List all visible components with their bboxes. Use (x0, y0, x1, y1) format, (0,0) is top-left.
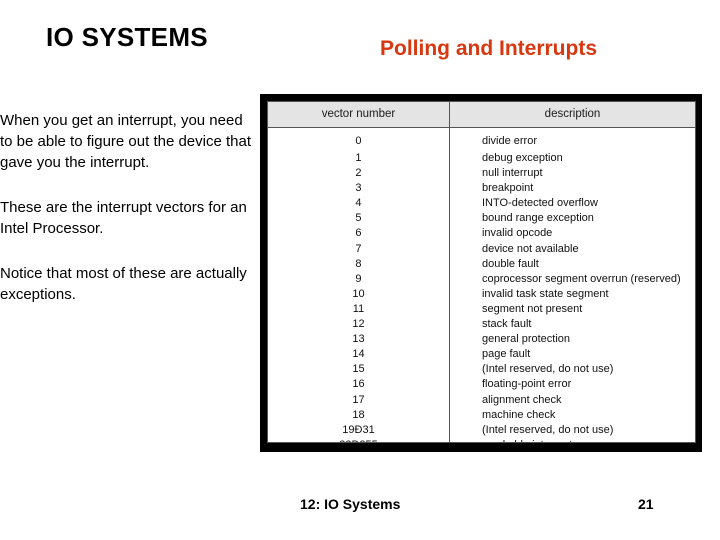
cell-vector-number: 8 (268, 256, 450, 272)
cell-vector-number: 15 (268, 362, 450, 378)
table-header-row: vector number description (268, 102, 695, 128)
table-row: 4 INTO-detected overflow (268, 196, 695, 212)
cell-vector-number: 32Ð255 (268, 437, 450, 442)
cell-description: invalid task state segment (481, 287, 609, 300)
cell-vector-number: 6 (268, 226, 450, 242)
table-row: 1 debug exception (268, 151, 695, 167)
cell-vector-number: 14 (268, 347, 450, 363)
vector-table-inner: vector number description 0 divide error 1… (267, 101, 696, 443)
cell-vector-number: 4 (268, 196, 450, 212)
table-row: 18 machine check (268, 407, 695, 423)
narrative-paragraph: Notice that most of these are actually e… (0, 265, 247, 303)
page-title: IO SYSTEMS (46, 22, 208, 52)
cell-description: device not available (481, 242, 579, 255)
cell-vector-number: 2 (268, 166, 450, 182)
table-row: 8 double fault (268, 256, 695, 272)
cell-description: (Intel reserved, do not use) (481, 363, 614, 376)
table-row: 5 bound range exception (268, 211, 695, 227)
cell-vector-number: 19Ð31 (268, 422, 450, 438)
table-row: 13 general protection (268, 332, 695, 348)
cell-vector-number: 18 (268, 407, 450, 423)
table-row: 2 null interrupt (268, 166, 695, 182)
cell-description: double fault (481, 257, 539, 270)
table-row: 12 stack fault (268, 317, 695, 333)
cell-vector-number: 5 (268, 211, 450, 227)
cell-description: (Intel reserved, do not use) (481, 423, 614, 436)
table-row: 9 coprocessor segment overrun (reserved) (268, 271, 695, 287)
table-row: 6 invalid opcode (268, 226, 695, 242)
cell-vector-number: 9 (268, 271, 450, 287)
footer-page-number: 21 (638, 496, 654, 512)
cell-vector-number: 1 (268, 151, 450, 167)
narrative-paragraph: These are the interrupt vectors for an I… (0, 199, 247, 237)
table-row: 19Ð31 (Intel reserved, do not use) (268, 422, 695, 438)
cell-vector-number: 13 (268, 332, 450, 348)
cell-description: page fault (481, 348, 531, 361)
table-row: 3 breakpoint (268, 181, 695, 197)
cell-description: general protection (481, 333, 571, 346)
table-row: 32Ð255maskable interrupts (268, 437, 695, 442)
column-header-vector-number: vector number (268, 102, 450, 128)
narrative-text-block: When you get an interrupt, you need to b… (0, 110, 258, 305)
cell-vector-number: 16 (268, 377, 450, 393)
table-row: 16 floating-point error (268, 377, 695, 393)
table-row: 0 divide error (268, 127, 695, 151)
cell-description: debug exception (481, 152, 563, 164)
table-row: 7 device not available (268, 241, 695, 257)
cell-vector-number: 7 (268, 241, 450, 257)
table-row: 10 invalid task state segment (268, 286, 695, 302)
cell-description: breakpoint (481, 182, 534, 195)
cell-description: divide error (481, 134, 537, 147)
cell-vector-number: 10 (268, 286, 450, 302)
cell-description: invalid opcode (481, 227, 553, 240)
interrupt-vector-table: vector number description 0 divide error 1… (268, 102, 695, 442)
footer-label: 12: IO Systems (300, 496, 401, 512)
cell-description: coprocessor segment overrun (reserved) (481, 272, 681, 285)
cell-vector-number: 17 (268, 392, 450, 408)
table-row: 17 alignment check (268, 392, 695, 408)
cell-description: maskable interrupts (449, 438, 695, 442)
cell-vector-number: 3 (268, 181, 450, 197)
table-row: 11 segment not present (268, 301, 695, 318)
page-subtitle: Polling and Interrupts (380, 37, 598, 60)
cell-vector-number: 0 (268, 127, 450, 151)
cell-description: segment not present (481, 302, 583, 315)
vector-table-frame: vector number description 0 divide error 1… (260, 94, 702, 452)
cell-description: machine check (481, 408, 556, 421)
narrative-paragraph: When you get an interrupt, you need to b… (0, 112, 252, 171)
cell-description: INTO-detected overflow (481, 197, 598, 210)
cell-description: stack fault (481, 318, 532, 331)
cell-description: alignment check (481, 393, 562, 406)
table-row: 15 (Intel reserved, do not use) (268, 362, 695, 378)
table-body: 0 divide error 1 debug exception 2 null inter… (268, 127, 695, 442)
cell-description: bound range exception (481, 212, 594, 225)
cell-vector-number: 11 (268, 301, 450, 318)
cell-vector-number: 12 (268, 317, 450, 333)
cell-description: null interrupt (481, 167, 543, 180)
table-row: 14 page fault (268, 347, 695, 363)
cell-description: floating-point error (481, 378, 572, 391)
column-header-description: description (449, 102, 695, 128)
